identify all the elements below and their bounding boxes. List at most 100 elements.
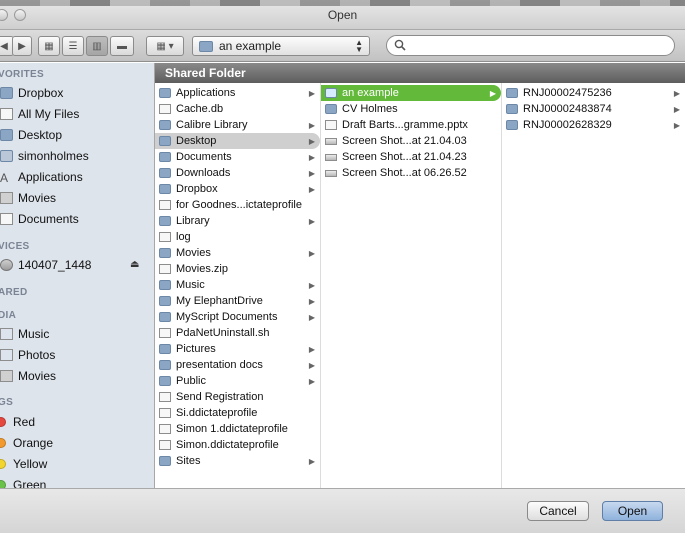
sidebar-tag-orange[interactable]: Orange [0,434,53,452]
list-item[interactable]: Documents ▶ [155,149,320,165]
list-item[interactable]: RNJ00002628329 ▶ [502,117,685,133]
forward-arrow-icon: ▶ [18,40,26,52]
list-item[interactable]: Pictures ▶ [155,341,320,357]
sidebar-item-music[interactable]: Music [0,325,49,343]
folder-icon [506,88,518,98]
list-item[interactable]: Movies.zip [155,261,320,277]
screenshot-file-icon [325,153,337,161]
list-item-label: presentation docs [176,359,263,371]
chevron-right-icon: ▶ [308,312,315,322]
list-item[interactable]: Public ▶ [155,373,320,389]
list-item[interactable]: My ElephantDrive ▶ [155,293,320,309]
list-item[interactable]: RNJ00002475236 ▶ [502,85,685,101]
list-item[interactable]: MyScript Documents ▶ [155,309,320,325]
tag-label: Yellow [13,457,48,471]
chevron-right-icon: ▶ [308,376,315,386]
list-item[interactable]: for Goodnes...ictateprofile [155,197,320,213]
list-item[interactable]: PdaNetUninstall.sh [155,325,320,341]
all-files-icon [0,108,13,120]
sidebar-tag-yellow[interactable]: Yellow [0,455,47,473]
list-item[interactable]: an example ▶ [321,85,501,101]
columns-icon: ▥ [92,40,102,52]
arrange-menu-button[interactable]: ▦ ▾ [146,36,184,56]
list-item-label: an example [342,87,399,99]
list-item[interactable]: Calibre Library ▶ [155,117,320,133]
chevron-right-icon: ▶ [308,248,315,258]
location-popup[interactable]: an example ▲ ▼ [192,36,370,56]
list-item[interactable]: Sites ▶ [155,453,320,469]
list-item[interactable]: Simon.ddictateprofile [155,437,320,453]
list-item[interactable]: log [155,229,320,245]
list-item-label: RNJ00002628329 [523,119,612,131]
file-icon [325,120,337,130]
sidebar-item-applications[interactable]: A Applications [0,168,83,186]
chevron-right-icon: ▶ [673,88,680,98]
folder-icon [159,312,171,322]
chevron-right-icon: ▶ [308,152,315,162]
sidebar-item-dropbox[interactable]: Dropbox [0,84,63,102]
list-item[interactable]: Library ▶ [155,213,320,229]
chevron-right-icon: ▶ [489,88,496,98]
sidebar-item-documents[interactable]: Documents [0,210,79,228]
chevron-right-icon: ▶ [673,104,680,114]
sidebar-item-home[interactable]: simonholmes [0,147,89,165]
sidebar-item-label: 140407_1448 [18,258,92,272]
column-view-button[interactable]: ▥ [86,36,108,56]
search-input[interactable] [409,38,664,53]
search-field[interactable] [386,35,675,56]
list-item[interactable]: Simon 1.ddictateprofile [155,421,320,437]
open-button[interactable]: Open [602,501,663,521]
red-tag-icon [0,417,6,427]
list-item-label: log [176,231,191,243]
list-item[interactable]: Screen Shot...at 21.04.03 [321,133,501,149]
list-item[interactable]: Desktop ▶ [155,133,320,149]
favorites-heading: VORITES [0,69,44,80]
list-item[interactable]: Send Registration [155,389,320,405]
eject-icon[interactable]: ⏏ [130,259,139,270]
sidebar-item-movies[interactable]: Movies [0,189,56,207]
column-an-example: RNJ00002475236 ▶ RNJ00002483874 ▶ RNJ0000262… [502,83,685,488]
list-item-label: Si.ddictateprofile [176,407,258,419]
file-icon [159,104,171,114]
media-heading: DIA [0,310,17,321]
home-icon [0,150,13,162]
list-item[interactable]: Screen Shot...at 06.26.52 [321,165,501,181]
cover-flow-button[interactable]: ▬ [110,36,134,56]
list-item-label: for Goodnes...ictateprofile [176,199,302,211]
sidebar-item-disk[interactable]: 140407_1448 [0,256,91,274]
list-item[interactable]: Downloads ▶ [155,165,320,181]
forward-button[interactable]: ▶ [12,36,32,56]
chevron-right-icon: ▶ [308,136,315,146]
list-item[interactable]: presentation docs ▶ [155,357,320,373]
list-item[interactable]: Draft Barts...gramme.pptx [321,117,501,133]
list-item[interactable]: Dropbox ▶ [155,181,320,197]
sidebar-tag-red[interactable]: Red [0,413,35,431]
folder-icon [506,104,518,114]
sidebar-item-desktop[interactable]: Desktop [0,126,62,144]
sidebar-item-photos[interactable]: Photos [0,346,55,364]
list-item[interactable]: Movies ▶ [155,245,320,261]
back-arrow-icon: ◀ [0,40,8,52]
chevron-right-icon: ▶ [308,120,315,130]
list-view-button[interactable]: ☰ [62,36,84,56]
icon-view-button[interactable]: ▦ [38,36,60,56]
chevron-right-icon: ▶ [308,360,315,370]
chevron-right-icon: ▶ [673,120,680,130]
sidebar-item-media-movies[interactable]: Movies [0,367,56,385]
list-item[interactable]: Si.ddictateprofile [155,405,320,421]
cancel-button[interactable]: Cancel [527,501,589,521]
sidebar-item-all-my-files[interactable]: All My Files [0,105,79,123]
list-item-label: Cache.db [176,103,224,115]
list-item[interactable]: Screen Shot...at 21.04.23 [321,149,501,165]
list-item[interactable]: CV Holmes [321,101,501,117]
folder-icon [159,248,171,258]
sidebar-tag-green[interactable]: Green [0,476,46,488]
list-item-label: Simon 1.ddictateprofile [176,423,288,435]
list-item[interactable]: Cache.db [155,101,320,117]
list-item[interactable]: Applications ▶ [155,85,320,101]
list-item[interactable]: Music ▶ [155,277,320,293]
chevron-right-icon: ▶ [308,456,315,466]
list-item[interactable]: RNJ00002483874 ▶ [502,101,685,117]
list-item-label: My ElephantDrive [176,295,263,307]
chevron-right-icon: ▶ [308,168,315,178]
